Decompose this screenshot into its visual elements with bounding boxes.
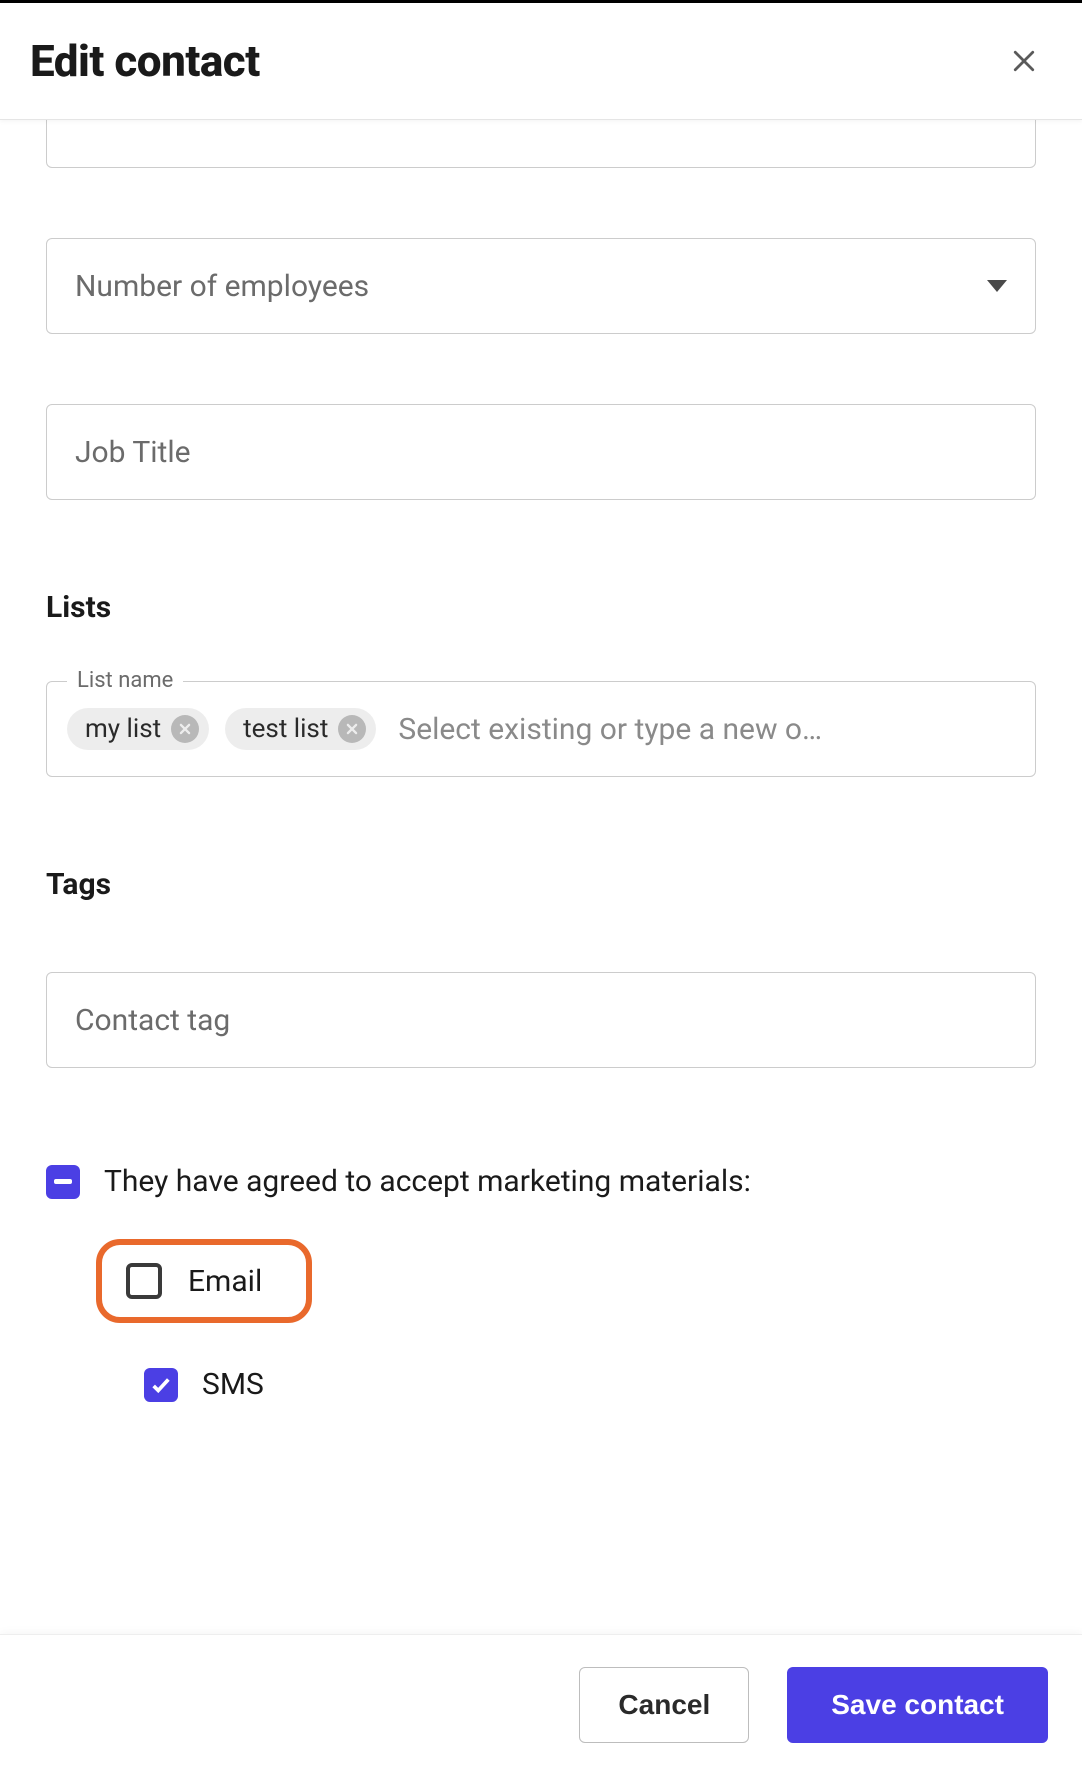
save-contact-button[interactable]: Save contact	[787, 1667, 1048, 1743]
tags-section-title: Tags	[46, 867, 1036, 902]
sms-checkbox-label: SMS	[202, 1367, 264, 1402]
consent-checkbox-indeterminate[interactable]	[46, 1165, 80, 1199]
employees-placeholder: Number of employees	[75, 269, 369, 304]
dialog-footer: Cancel Save contact	[0, 1634, 1082, 1774]
list-chip[interactable]: test list	[225, 708, 376, 750]
dialog-body: Company name Number of employees Job Tit…	[0, 120, 1082, 1623]
close-icon	[345, 722, 359, 736]
lists-section-title: Lists	[46, 590, 1036, 625]
email-checkbox[interactable]	[126, 1263, 162, 1299]
contact-tag-field[interactable]: Contact tag	[46, 972, 1036, 1068]
dialog-title: Edit contact	[30, 35, 260, 87]
list-name-field[interactable]: List name my list test list Select exist…	[46, 681, 1036, 777]
cancel-button[interactable]: Cancel	[579, 1667, 749, 1743]
chevron-down-icon	[987, 280, 1007, 292]
consent-row: They have agreed to accept marketing mat…	[46, 1164, 1036, 1199]
list-input-placeholder[interactable]: Select existing or type a new o…	[392, 712, 1015, 747]
sms-checkbox-row: SMS	[144, 1367, 1036, 1402]
chip-remove-button[interactable]	[338, 715, 366, 743]
email-checkbox-highlight: Email	[96, 1239, 312, 1323]
company-name-field[interactable]: Company name	[46, 120, 1036, 168]
minus-icon	[54, 1179, 72, 1184]
consent-text: They have agreed to accept marketing mat…	[104, 1164, 751, 1199]
email-checkbox-label: Email	[188, 1264, 262, 1299]
sms-checkbox[interactable]	[144, 1368, 178, 1402]
list-name-legend: List name	[67, 668, 183, 693]
dialog-header: Edit contact	[0, 3, 1082, 120]
chip-remove-button[interactable]	[171, 715, 199, 743]
close-icon	[178, 722, 192, 736]
chip-label: my list	[85, 714, 161, 744]
chip-label: test list	[243, 714, 328, 744]
close-button[interactable]	[1002, 39, 1046, 83]
job-title-placeholder: Job Title	[75, 435, 191, 470]
list-chip[interactable]: my list	[67, 708, 209, 750]
employees-select[interactable]: Number of employees	[46, 238, 1036, 334]
job-title-field[interactable]: Job Title	[46, 404, 1036, 500]
chip-row: my list test list Select existing or typ…	[67, 708, 1015, 750]
contact-tag-placeholder: Contact tag	[75, 1003, 230, 1038]
close-icon	[1009, 46, 1039, 76]
check-icon	[150, 1374, 172, 1396]
